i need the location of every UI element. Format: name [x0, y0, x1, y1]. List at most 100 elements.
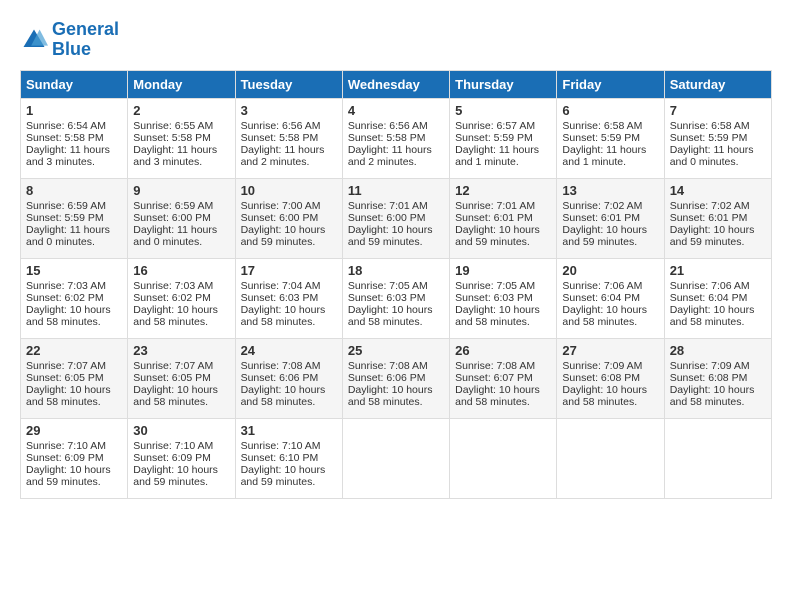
day-info: and 58 minutes.	[26, 396, 122, 408]
day-info: and 58 minutes.	[670, 316, 766, 328]
day-info: Sunset: 6:08 PM	[670, 372, 766, 384]
day-number: 29	[26, 423, 122, 438]
day-info: Sunset: 6:05 PM	[133, 372, 229, 384]
day-info: Daylight: 11 hours	[133, 144, 229, 156]
day-info: Daylight: 11 hours	[562, 144, 658, 156]
day-info: Daylight: 10 hours	[133, 464, 229, 476]
day-info: Sunrise: 6:59 AM	[26, 200, 122, 212]
day-info: Sunrise: 7:09 AM	[562, 360, 658, 372]
day-number: 25	[348, 343, 444, 358]
day-info: Sunset: 6:00 PM	[133, 212, 229, 224]
day-info: and 1 minute.	[562, 156, 658, 168]
day-info: and 58 minutes.	[562, 316, 658, 328]
day-info: Daylight: 10 hours	[133, 304, 229, 316]
day-info: Sunrise: 7:00 AM	[241, 200, 337, 212]
column-header-friday: Friday	[557, 70, 664, 98]
day-number: 5	[455, 103, 551, 118]
day-info: Daylight: 10 hours	[241, 464, 337, 476]
day-info: and 58 minutes.	[562, 396, 658, 408]
day-info: Sunset: 6:02 PM	[26, 292, 122, 304]
calendar-cell: 13Sunrise: 7:02 AMSunset: 6:01 PMDayligh…	[557, 178, 664, 258]
day-info: Daylight: 11 hours	[348, 144, 444, 156]
day-info: Sunrise: 7:08 AM	[348, 360, 444, 372]
day-info: and 2 minutes.	[348, 156, 444, 168]
day-number: 23	[133, 343, 229, 358]
column-header-sunday: Sunday	[21, 70, 128, 98]
calendar-week-row: 1Sunrise: 6:54 AMSunset: 5:58 PMDaylight…	[21, 98, 772, 178]
day-info: Daylight: 10 hours	[348, 304, 444, 316]
day-info: Sunset: 5:58 PM	[348, 132, 444, 144]
day-info: Daylight: 10 hours	[455, 304, 551, 316]
day-info: Daylight: 10 hours	[241, 224, 337, 236]
day-info: and 58 minutes.	[455, 316, 551, 328]
day-info: and 58 minutes.	[348, 316, 444, 328]
day-number: 11	[348, 183, 444, 198]
calendar-cell: 6Sunrise: 6:58 AMSunset: 5:59 PMDaylight…	[557, 98, 664, 178]
day-info: Sunrise: 6:56 AM	[241, 120, 337, 132]
day-number: 26	[455, 343, 551, 358]
calendar-cell: 12Sunrise: 7:01 AMSunset: 6:01 PMDayligh…	[450, 178, 557, 258]
day-info: and 0 minutes.	[133, 236, 229, 248]
day-info: Sunrise: 7:07 AM	[26, 360, 122, 372]
day-info: and 59 minutes.	[455, 236, 551, 248]
day-number: 20	[562, 263, 658, 278]
day-info: Daylight: 10 hours	[670, 224, 766, 236]
calendar-cell: 18Sunrise: 7:05 AMSunset: 6:03 PMDayligh…	[342, 258, 449, 338]
day-info: Daylight: 10 hours	[670, 384, 766, 396]
logo-icon	[20, 26, 48, 54]
calendar-cell: 26Sunrise: 7:08 AMSunset: 6:07 PMDayligh…	[450, 338, 557, 418]
day-info: Sunset: 6:00 PM	[348, 212, 444, 224]
day-info: Sunrise: 7:03 AM	[26, 280, 122, 292]
day-info: Daylight: 10 hours	[348, 384, 444, 396]
day-info: Sunrise: 7:08 AM	[241, 360, 337, 372]
day-info: Daylight: 10 hours	[26, 464, 122, 476]
day-info: Sunrise: 6:56 AM	[348, 120, 444, 132]
day-info: Daylight: 10 hours	[455, 384, 551, 396]
day-info: Sunset: 6:01 PM	[670, 212, 766, 224]
day-info: and 59 minutes.	[133, 476, 229, 488]
day-number: 8	[26, 183, 122, 198]
day-info: Sunset: 6:01 PM	[455, 212, 551, 224]
day-info: Sunset: 6:06 PM	[348, 372, 444, 384]
calendar-cell: 21Sunrise: 7:06 AMSunset: 6:04 PMDayligh…	[664, 258, 771, 338]
calendar-cell: 22Sunrise: 7:07 AMSunset: 6:05 PMDayligh…	[21, 338, 128, 418]
day-info: Sunrise: 6:54 AM	[26, 120, 122, 132]
column-header-monday: Monday	[128, 70, 235, 98]
day-number: 24	[241, 343, 337, 358]
day-info: and 58 minutes.	[348, 396, 444, 408]
day-number: 13	[562, 183, 658, 198]
column-header-thursday: Thursday	[450, 70, 557, 98]
day-number: 15	[26, 263, 122, 278]
day-info: and 59 minutes.	[562, 236, 658, 248]
day-number: 22	[26, 343, 122, 358]
day-info: and 0 minutes.	[670, 156, 766, 168]
day-info: Sunset: 6:04 PM	[670, 292, 766, 304]
day-info: and 59 minutes.	[241, 236, 337, 248]
day-info: Sunrise: 7:10 AM	[26, 440, 122, 452]
calendar-cell: 11 Sunrise: 7:01 AMSunset: 6:00 PMDayligh…	[342, 178, 449, 258]
day-number: 9	[133, 183, 229, 198]
day-info: Sunrise: 7:01 AM	[348, 200, 444, 212]
calendar-cell: 1Sunrise: 6:54 AMSunset: 5:58 PMDaylight…	[21, 98, 128, 178]
day-info: Sunrise: 7:06 AM	[670, 280, 766, 292]
day-info: Sunset: 6:06 PM	[241, 372, 337, 384]
calendar-cell: 30Sunrise: 7:10 AMSunset: 6:09 PMDayligh…	[128, 418, 235, 498]
calendar-cell: 14Sunrise: 7:02 AMSunset: 6:01 PMDayligh…	[664, 178, 771, 258]
day-number: 6	[562, 103, 658, 118]
day-info: Sunset: 6:03 PM	[455, 292, 551, 304]
day-info: Daylight: 10 hours	[348, 224, 444, 236]
calendar-cell: 3Sunrise: 6:56 AMSunset: 5:58 PMDaylight…	[235, 98, 342, 178]
day-info: Sunrise: 7:09 AM	[670, 360, 766, 372]
day-number: 28	[670, 343, 766, 358]
day-info: Daylight: 11 hours	[133, 224, 229, 236]
logo-text: General Blue	[52, 20, 119, 60]
day-info: Sunset: 6:00 PM	[241, 212, 337, 224]
day-info: Daylight: 10 hours	[241, 384, 337, 396]
calendar-week-row: 22 Sunrise: 7:07 AM Sunset: 6:05 PM Dayligh…	[21, 338, 772, 418]
calendar-cell: 10Sunrise: 7:00 AMSunset: 6:00 PMDayligh…	[235, 178, 342, 258]
day-number: 19	[455, 263, 551, 278]
day-info: Sunset: 5:59 PM	[562, 132, 658, 144]
day-info: Sunset: 5:58 PM	[133, 132, 229, 144]
day-info: Sunset: 6:09 PM	[133, 452, 229, 464]
calendar-cell: 2Sunrise: 6:55 AMSunset: 5:58 PMDaylight…	[128, 98, 235, 178]
